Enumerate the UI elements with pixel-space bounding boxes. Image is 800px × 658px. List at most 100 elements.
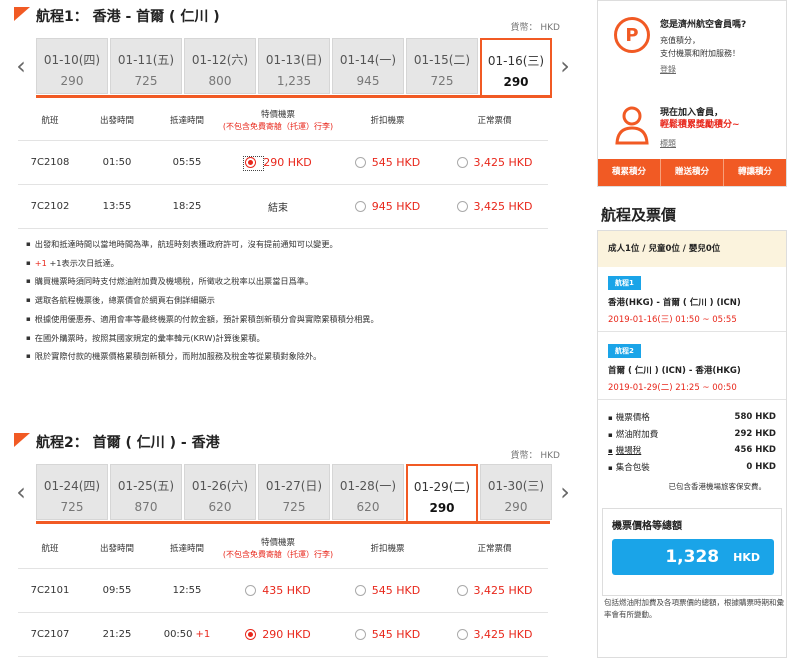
date-cell[interactable]: 01-11(五) 725 <box>110 38 182 94</box>
date-label: 01-30(三) <box>487 479 545 493</box>
date-cell[interactable]: 01-12(六) 800 <box>184 38 256 94</box>
date-label: 01-24(四) <box>43 479 101 493</box>
discount-fare-radio[interactable] <box>354 156 372 169</box>
gift-points-button[interactable]: 贈送積分 <box>661 159 724 186</box>
departure-time: 09:55 <box>82 568 152 613</box>
date-price: 725 <box>60 500 84 514</box>
col-flight: 航班 <box>18 102 82 141</box>
special-fare-price: 290 HKD <box>263 155 312 169</box>
flight1-date-underline <box>36 95 550 98</box>
date-cell[interactable]: 01-15(二) 725 <box>406 38 478 94</box>
special-fare-price: 290 HKD <box>262 627 311 641</box>
date-price: 1,235 <box>276 74 312 88</box>
date-cell[interactable]: 01-29(二) 290 <box>406 464 478 524</box>
col-arr: 抵達時間 <box>152 102 222 141</box>
flight2-title: 航程2： 首爾 ( 仁川 ) - 香港 <box>36 435 220 451</box>
radio-icon[interactable] <box>245 156 257 168</box>
next-dates-icon[interactable]: › <box>558 464 572 520</box>
date-price: 620 <box>356 500 380 514</box>
date-label: 01-26(六) <box>191 479 249 493</box>
divider <box>598 399 786 400</box>
date-label: 01-15(二) <box>413 53 471 67</box>
arrival-time-value: 12:55 <box>172 584 202 596</box>
special-fare-price: 435 HKD <box>262 583 311 597</box>
currency-label: 貨幣： HKD <box>510 451 560 461</box>
total-label: 機票價格等總額 <box>612 521 682 532</box>
date-label: 01-13(日) <box>265 53 323 67</box>
date-cell[interactable]: 01-24(四) 725 <box>36 464 108 520</box>
normal-fare-radio[interactable] <box>456 584 474 597</box>
segment-2: 航程2 首爾 ( 仁川 ) (ICN) - 香港(HKG) 2019-01-29… <box>608 343 741 393</box>
col-dep: 出發時間 <box>82 530 152 569</box>
note-item: 限於實際付款的機票價格累積剖新積分，而附加服務及稅金等從累積對象除外。 <box>26 347 556 366</box>
prev-dates-icon[interactable]: ‹ <box>14 464 28 520</box>
radio-icon[interactable] <box>354 200 366 212</box>
flight-number: 7C2108 <box>18 140 82 185</box>
normal-fare-radio[interactable] <box>456 200 474 213</box>
special-fare-radio[interactable] <box>245 584 262 597</box>
date-label: 01-29(二) <box>413 480 471 494</box>
date-cell[interactable]: 01-25(五) 870 <box>110 464 182 520</box>
date-cell[interactable]: 01-13(日) 1,235 <box>258 38 330 94</box>
fare-row: 燃油附加費 292 HKD <box>608 426 776 443</box>
date-cell[interactable]: 01-27(日) 725 <box>258 464 330 520</box>
table-row: 7C2102 13:55 18:25 結束 945 HKD 3,425 HKD <box>18 184 548 229</box>
normal-fare-cell: 3,425 HKD <box>441 568 548 613</box>
promo-join: 現在加入會員， 輕鬆積累獎勵積分~ 標題 <box>614 105 740 149</box>
discount-fare-radio[interactable] <box>354 628 372 641</box>
transfer-points-button[interactable]: 轉讓積分 <box>724 159 786 186</box>
date-cell[interactable]: 01-10(四) 290 <box>36 38 108 94</box>
departure-time: 13:55 <box>82 184 152 229</box>
radio-icon[interactable] <box>354 628 366 640</box>
col-special: 特價機票 (不包含免費寄艙（托運）行李) <box>222 102 334 141</box>
col-normal: 正常票價 <box>441 530 548 569</box>
radio-icon[interactable] <box>354 156 366 168</box>
date-price: 870 <box>134 500 158 514</box>
arrival-time-value: 00:50 <box>163 628 193 640</box>
date-label: 01-12(六) <box>191 53 249 67</box>
discount-fare-price: 545 HKD <box>371 627 421 641</box>
special-fare-radio[interactable] <box>243 155 265 171</box>
normal-fare-radio[interactable] <box>456 628 474 641</box>
fare-label: 機票價格 <box>608 411 650 423</box>
flight2-date-underline <box>36 521 550 524</box>
special-fare-cell: 435 HKD <box>222 568 334 613</box>
date-label: 01-14(一) <box>339 53 397 67</box>
flight2-table: 航班 出發時間 抵達時間 特價機票 (不包含免費寄艙（托運）行李) 折扣機票 正常… <box>18 530 548 657</box>
next-dates-icon[interactable]: › <box>558 38 572 94</box>
promo2-highlight: 輕鬆積累獎勵積分~ <box>660 120 740 130</box>
login-link[interactable]: 登錄 <box>660 64 746 75</box>
flight2-header: 航程2： 首爾 ( 仁川 ) - 香港 <box>14 430 220 454</box>
special-fare-radio[interactable] <box>245 628 262 641</box>
normal-fare-radio[interactable] <box>456 156 474 169</box>
radio-icon[interactable] <box>456 200 468 212</box>
prev-dates-icon[interactable]: ‹ <box>14 38 28 94</box>
normal-fare-price: 3,425 HKD <box>473 155 533 169</box>
fare-label[interactable]: 機場稅 <box>608 444 642 456</box>
table-row: 7C2107 21:25 00:50 +1 290 HKD 545 HKD 3,425 HK… <box>18 612 548 657</box>
date-cell[interactable]: 01-14(一) 945 <box>332 38 404 94</box>
date-cell[interactable]: 01-28(一) 620 <box>332 464 404 520</box>
promo2-title: 現在加入會員， <box>660 108 724 118</box>
radio-icon[interactable] <box>245 628 257 640</box>
date-price: 290 <box>60 74 84 88</box>
accumulate-points-button[interactable]: 積累積分 <box>598 159 661 186</box>
date-cell[interactable]: 01-26(六) 620 <box>184 464 256 520</box>
discount-fare-radio[interactable] <box>354 200 372 213</box>
radio-icon[interactable] <box>245 584 257 596</box>
date-price: 290 <box>503 75 529 89</box>
discount-fare-radio[interactable] <box>354 584 372 597</box>
normal-fare-cell: 3,425 HKD <box>441 184 548 229</box>
fare-breakdown: 機票價格 580 HKD 燃油附加費 292 HKD 機場稅 456 HKD 集合包裝 0 H… <box>608 409 776 475</box>
note-plus: +1 <box>34 257 47 268</box>
join-link[interactable]: 標題 <box>660 138 740 149</box>
date-cell[interactable]: 01-30(三) 290 <box>480 464 552 520</box>
radio-icon[interactable] <box>456 156 468 168</box>
total-amount-panel: 1,328 HKD <box>612 539 774 575</box>
date-cell[interactable]: 01-16(三) 290 <box>480 38 552 98</box>
discount-fare-price: 545 HKD <box>371 583 421 597</box>
promo2-line: 輕鬆積累獎勵積分~ <box>660 118 740 132</box>
radio-icon[interactable] <box>456 628 468 640</box>
radio-icon[interactable] <box>354 584 366 596</box>
radio-icon[interactable] <box>456 584 468 596</box>
